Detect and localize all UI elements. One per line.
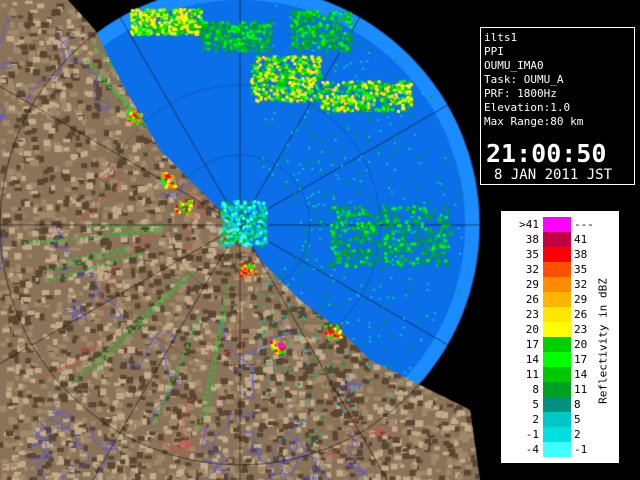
legend-lower-bound: 38 (525, 233, 539, 246)
scan-mode: PPI (484, 45, 504, 58)
info-panel: ilts1 PPI OUMU_IMA0 Task: OUMU_A PRF: 18… (480, 27, 635, 185)
legend-lower-bound: 35 (525, 248, 539, 261)
legend-swatch (543, 427, 571, 442)
legend-upper-bound: 11 (574, 383, 588, 396)
legend-swatch (543, 277, 571, 292)
legend-lower-bound: 23 (525, 308, 539, 321)
legend-swatch (543, 217, 571, 232)
legend-lower-bound: 5 (532, 398, 539, 411)
legend-upper-bound: 8 (574, 398, 581, 411)
legend-swatch (543, 397, 571, 412)
prf-value: PRF: 1800Hz (484, 87, 557, 100)
legend-swatch (543, 352, 571, 367)
legend-lower-bound: 14 (525, 353, 539, 366)
scan-time: 21:00:50 (486, 139, 607, 168)
elevation-value: Elevation:1.0 (484, 101, 571, 114)
legend-lower-bound: 2 (532, 413, 539, 426)
legend-swatch (543, 247, 571, 262)
legend-swatch (543, 292, 571, 307)
task-name: Task: OUMU_A (484, 73, 564, 86)
legend-title: Reflectivity in dBZ (596, 278, 610, 404)
legend-upper-bound: -1 (574, 443, 588, 456)
legend-lower-bound: 20 (525, 323, 539, 336)
legend-lower-bound: 17 (525, 338, 539, 351)
legend-upper-bound: 5 (574, 413, 581, 426)
max-range-value: Max Range:80 km (484, 115, 584, 128)
legend-upper-bound: 41 (574, 233, 588, 246)
legend-lower-bound: 26 (525, 293, 539, 306)
legend-lower-bound: 8 (532, 383, 539, 396)
legend-upper-bound: 32 (574, 278, 588, 291)
reflectivity-legend: >41 --- 38 41 35 38 32 35 29 32 26 29 23 26 20 23 17 20 14… (500, 210, 620, 464)
site-code: OUMU_IMA0 (484, 59, 544, 72)
legend-lower-bound: 29 (525, 278, 539, 291)
legend-upper-bound: 17 (574, 353, 588, 366)
station-name: ilts1 (484, 31, 518, 44)
legend-upper-bound: 26 (574, 308, 588, 321)
legend-lower-bound: 11 (525, 368, 539, 381)
legend-upper-bound: 14 (574, 368, 588, 381)
legend-swatch (543, 322, 571, 337)
scan-date: 8 JAN 2011 JST (494, 167, 613, 183)
legend-lower-bound: -4 (525, 443, 539, 456)
legend-swatch (543, 307, 571, 322)
legend-upper-bound: 38 (574, 248, 588, 261)
legend-swatch (543, 232, 571, 247)
legend-upper-bound: 35 (574, 263, 588, 276)
legend-upper-bound: --- (574, 218, 594, 231)
legend-swatch (543, 337, 571, 352)
legend-swatch (543, 382, 571, 397)
legend-swatch (543, 442, 571, 457)
legend-lower-bound: -1 (525, 428, 539, 441)
legend-upper-bound: 29 (574, 293, 588, 306)
legend-upper-bound: 20 (574, 338, 588, 351)
legend-swatch (543, 367, 571, 382)
legend-swatch (543, 262, 571, 277)
legend-lower-bound: 32 (525, 263, 539, 276)
legend-upper-bound: 2 (574, 428, 581, 441)
legend-swatch (543, 412, 571, 427)
legend-upper-bound: 23 (574, 323, 588, 336)
legend-lower-bound: >41 (519, 218, 539, 231)
